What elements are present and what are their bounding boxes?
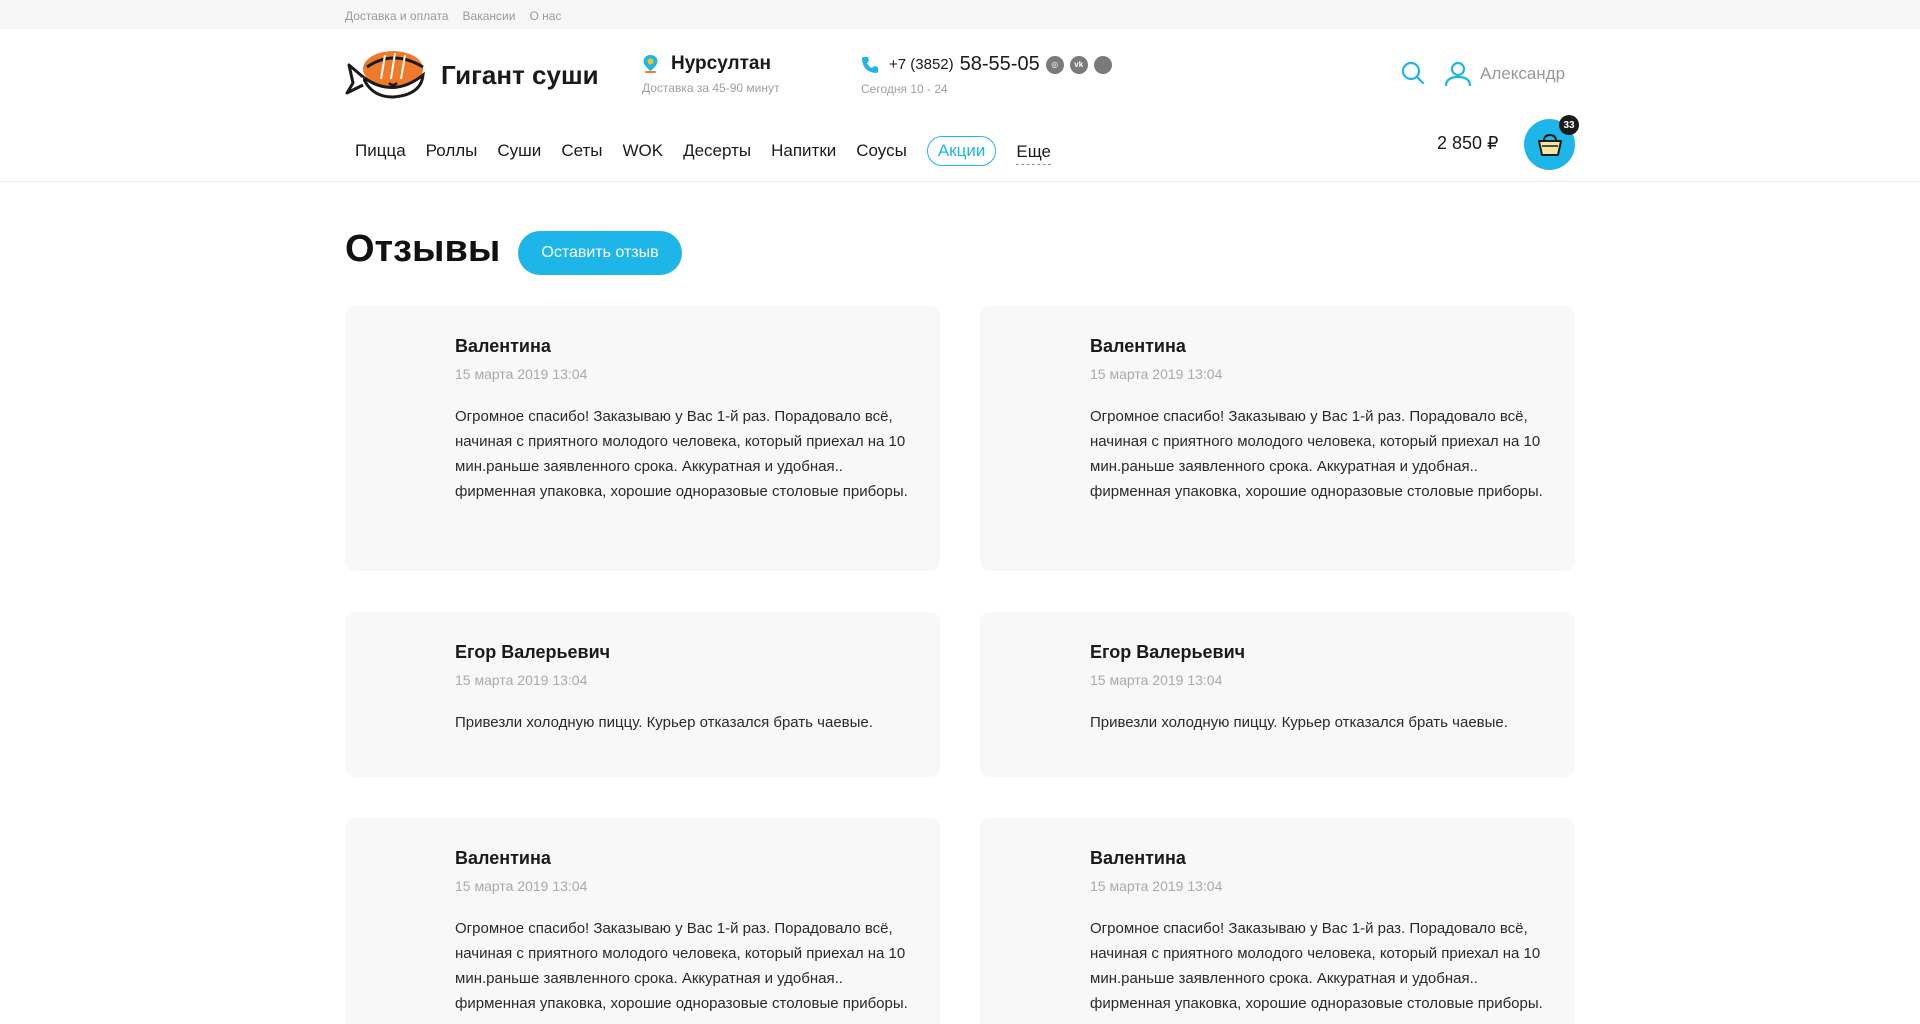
review-card: Валентина 15 марта 2019 13:04 Огромное с…	[345, 818, 940, 1024]
nav-item-sets[interactable]: Сеты	[561, 137, 602, 165]
city-selector[interactable]: Нурсултан	[642, 53, 779, 75]
location-pin-icon	[643, 55, 658, 73]
review-author: Валентина	[455, 848, 551, 868]
review-card: Валентина 15 марта 2019 13:04 Огромное с…	[980, 818, 1575, 1024]
phone-prefix: +7 (3852)	[889, 56, 954, 73]
review-author: Валентина	[455, 336, 551, 356]
search-icon	[1401, 61, 1425, 85]
nav-item-rolls[interactable]: Роллы	[426, 137, 478, 165]
vk-icon[interactable]: vk	[1069, 55, 1088, 74]
review-author: Егор Валерьевич	[455, 642, 611, 662]
top-link-delivery[interactable]: Доставка и оплата	[345, 9, 449, 23]
user-account[interactable]: Александр	[1444, 61, 1565, 87]
phone-number[interactable]: 58-55-05	[960, 53, 1040, 76]
top-links: Доставка и оплата Вакансии О нас	[345, 9, 561, 23]
phone-block: +7 (3852) 58-55-05 ◎ vk Сегодня 10 - 24	[861, 53, 1112, 96]
review-text: Привезли холодную пиццу. Курьер отказалс…	[455, 714, 873, 731]
review-date: 15 марта 2019 13:04	[455, 672, 588, 688]
review-text: Огромное спасибо! Заказываю у Вас 1-й ра…	[1090, 920, 1543, 1012]
brand-name: Гигант суши	[441, 59, 599, 90]
top-link-vacancies[interactable]: Вакансии	[463, 9, 516, 23]
nav-item-sauces[interactable]: Соусы	[856, 137, 907, 165]
review-text: Огромное спасибо! Заказываю у Вас 1-й ра…	[455, 920, 908, 1012]
nav-item-desserts[interactable]: Десерты	[683, 137, 751, 165]
nav-item-more[interactable]: Еще	[1016, 138, 1051, 165]
review-date: 15 марта 2019 13:04	[1090, 672, 1223, 688]
instagram-icon[interactable]: ◎	[1045, 55, 1064, 74]
user-name: Александр	[1480, 64, 1566, 83]
logo-icon	[345, 51, 425, 99]
review-text: Привезли холодную пиццу. Курьер отказалс…	[1090, 714, 1508, 731]
nav-item-pizza[interactable]: Пицца	[355, 137, 406, 165]
header: Гигант суши Нурсултан Доставка за 45-90 …	[0, 29, 1920, 182]
review-text: Огромное спасибо! Заказываю у Вас 1-й ра…	[1090, 408, 1543, 500]
working-hours: Сегодня 10 - 24	[861, 82, 948, 96]
cart-total: 2 850 ₽	[1437, 133, 1499, 153]
review-author: Валентина	[1090, 848, 1186, 868]
city-block: Нурсултан Доставка за 45-90 минут	[642, 53, 779, 95]
leave-review-button[interactable]: Оставить отзыв	[518, 231, 682, 275]
review-card: Валентина 15 марта 2019 13:04 Огромное с…	[980, 306, 1575, 571]
nav-item-wok[interactable]: WOK	[622, 137, 663, 165]
review-card: Валентина 15 марта 2019 13:04 Огромное с…	[345, 306, 940, 571]
review-date: 15 марта 2019 13:04	[455, 878, 588, 894]
cart-count-badge: 33	[1559, 115, 1579, 135]
logo[interactable]: Гигант суши	[345, 49, 599, 101]
basket-icon	[1537, 133, 1562, 156]
review-card: Егор Валерьевич 15 марта 2019 13:04 Прив…	[345, 612, 940, 777]
nav-item-drinks[interactable]: Напитки	[771, 137, 836, 165]
user-icon	[1444, 61, 1472, 87]
phone-icon	[862, 56, 878, 73]
cart-button[interactable]: 33	[1524, 115, 1579, 170]
review-date: 15 марта 2019 13:04	[1090, 878, 1223, 894]
page-title: Отзывы	[345, 228, 501, 270]
review-text: Огромное спасибо! Заказываю у Вас 1-й ра…	[455, 408, 908, 500]
main-nav: Пицца Роллы Суши Сеты WOK Десерты Напитк…	[345, 126, 1071, 176]
review-date: 15 марта 2019 13:04	[1090, 366, 1223, 382]
review-card: Егор Валерьевич 15 марта 2019 13:04 Прив…	[980, 612, 1575, 777]
review-date: 15 марта 2019 13:04	[455, 366, 588, 382]
review-author: Егор Валерьевич	[1090, 642, 1246, 662]
more-social-icon[interactable]	[1093, 55, 1112, 74]
nav-item-sushi[interactable]: Суши	[497, 137, 541, 165]
nav-item-promo[interactable]: Акции	[926, 136, 997, 166]
top-bar: Доставка и оплата Вакансии О нас	[0, 0, 1920, 29]
search-button[interactable]	[1401, 61, 1425, 90]
review-author: Валентина	[1090, 336, 1186, 356]
top-link-about[interactable]: О нас	[529, 9, 561, 23]
delivery-time: Доставка за 45-90 минут	[642, 81, 780, 95]
city-name: Нурсултан	[671, 53, 771, 74]
